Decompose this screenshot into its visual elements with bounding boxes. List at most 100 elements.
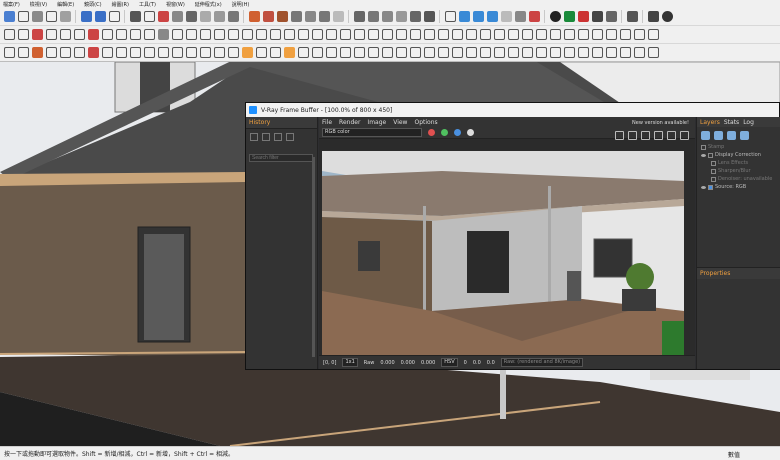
color-mode-select[interactable]: HSV — [441, 358, 458, 367]
add-icon[interactable] — [549, 11, 561, 22]
tab-log[interactable]: Log — [743, 119, 754, 126]
scenes-icon[interactable] — [339, 29, 351, 40]
layer-checkbox[interactable] — [708, 184, 713, 190]
layer-checkbox[interactable] — [711, 176, 716, 182]
ext-tool-35-icon[interactable] — [479, 47, 491, 58]
ext-tool-39-icon[interactable] — [535, 47, 547, 58]
eye-icon[interactable] — [701, 153, 706, 157]
ext-tool-12-icon[interactable] — [157, 47, 169, 58]
vfb-menu-render[interactable]: Render — [339, 119, 360, 126]
redo-icon[interactable] — [94, 11, 106, 22]
from-contours-icon[interactable] — [521, 29, 533, 40]
orbit-icon[interactable] — [129, 11, 141, 22]
scale-icon[interactable] — [143, 29, 155, 40]
ext-tool-1-icon[interactable] — [3, 47, 15, 58]
rectangle-icon[interactable] — [45, 29, 57, 40]
print-icon[interactable] — [108, 11, 120, 22]
save-icon[interactable] — [3, 11, 15, 22]
split-icon[interactable] — [423, 29, 435, 40]
layer-item[interactable]: Display Correction — [697, 151, 780, 159]
menu-extensions[interactable]: 延伸程式(x) — [195, 1, 222, 8]
history-delete-icon[interactable] — [286, 132, 294, 141]
protractor-icon[interactable] — [185, 29, 197, 40]
trim-icon[interactable] — [409, 29, 421, 40]
ext-tool-23-icon[interactable] — [311, 47, 323, 58]
green-channel-icon[interactable] — [441, 129, 448, 136]
ext-tool-33-icon[interactable] — [451, 47, 463, 58]
ext-tool-44-icon[interactable] — [605, 47, 617, 58]
add-detail-icon[interactable] — [507, 29, 519, 40]
walk-icon[interactable] — [241, 29, 253, 40]
ext-tool-4-icon[interactable] — [45, 47, 57, 58]
wireframe-icon[interactable] — [367, 11, 379, 22]
home-icon[interactable] — [185, 11, 197, 22]
ext-tool-37-icon[interactable] — [507, 47, 519, 58]
ext-tool-30-icon[interactable] — [409, 47, 421, 58]
layer-checkbox[interactable] — [711, 168, 716, 174]
ext-tool-45-icon[interactable] — [619, 47, 631, 58]
group-icon[interactable] — [633, 29, 645, 40]
ext-tool-16-icon[interactable] — [213, 47, 225, 58]
section-icon[interactable] — [262, 11, 274, 22]
outer-shell-icon[interactable] — [437, 29, 449, 40]
ext-tool-3-icon[interactable] — [31, 47, 43, 58]
load-layers-icon[interactable] — [727, 130, 736, 140]
vray-render-icon[interactable] — [458, 11, 470, 22]
history-load-icon[interactable] — [262, 132, 270, 141]
ext-tool-20-icon[interactable] — [269, 47, 281, 58]
layer-item[interactable]: Denoiser: unavailable — [697, 175, 780, 183]
rect-icon[interactable] — [59, 11, 71, 22]
stop-render-icon[interactable] — [654, 131, 663, 140]
save-image-icon[interactable] — [615, 131, 624, 140]
flip-edge-icon[interactable] — [493, 29, 505, 40]
ext-tool-27-icon[interactable] — [367, 47, 379, 58]
ext-tool-18-icon[interactable] — [241, 47, 253, 58]
unlock-icon[interactable] — [591, 29, 603, 40]
ext-tool-46-icon[interactable] — [633, 47, 645, 58]
tab-layers[interactable]: Layers — [700, 119, 720, 126]
ext-tool-40-icon[interactable] — [549, 47, 561, 58]
ext-tool-15-icon[interactable] — [199, 47, 211, 58]
unhide-icon[interactable] — [619, 29, 631, 40]
refresh-icon[interactable] — [500, 11, 512, 22]
checker-icon[interactable] — [591, 11, 603, 22]
front-view-icon[interactable] — [199, 11, 211, 22]
ext-tool-22-icon[interactable] — [297, 47, 309, 58]
ext-tool-25-icon[interactable] — [339, 47, 351, 58]
ext-tool-2-icon[interactable] — [17, 47, 29, 58]
ext-tool-36-icon[interactable] — [493, 47, 505, 58]
ext-tool-5-icon[interactable] — [59, 47, 71, 58]
outliner-icon[interactable] — [311, 29, 323, 40]
line-icon[interactable] — [3, 29, 15, 40]
shaded-icon[interactable] — [395, 11, 407, 22]
layer-item[interactable]: Sharpen/Blur — [697, 167, 780, 175]
circle-icon[interactable] — [59, 29, 71, 40]
layer-item[interactable]: Stamp — [697, 143, 780, 151]
vfb-titlebar[interactable]: V-Ray Frame Buffer - [100.0% of 800 x 45… — [246, 103, 779, 117]
zoom-extents-icon[interactable] — [171, 11, 183, 22]
explode-icon[interactable] — [647, 29, 659, 40]
menu-edit[interactable]: 編輯(E) — [57, 1, 74, 8]
blue-channel-icon[interactable] — [454, 129, 461, 136]
intersect-icon[interactable] — [367, 29, 379, 40]
smoove-icon[interactable] — [479, 29, 491, 40]
ext-tool-38-icon[interactable] — [521, 47, 533, 58]
history-scrollbar[interactable] — [312, 157, 315, 357]
styles-icon[interactable] — [304, 11, 316, 22]
ext-tool-19-icon[interactable] — [255, 47, 267, 58]
ext-tool-8-icon[interactable] — [101, 47, 113, 58]
ext-tool-31-icon[interactable] — [423, 47, 435, 58]
info-icon[interactable] — [661, 11, 673, 22]
3dtext-icon[interactable] — [227, 29, 239, 40]
history-save-icon[interactable] — [250, 132, 258, 141]
subtract-icon[interactable] — [395, 29, 407, 40]
menu-help[interactable]: 說明(H) — [232, 1, 250, 8]
photo-match-icon[interactable] — [549, 29, 561, 40]
axes-icon[interactable] — [213, 29, 225, 40]
arc-icon[interactable] — [17, 29, 29, 40]
right-view-icon[interactable] — [213, 11, 225, 22]
tab-stats[interactable]: Stats — [724, 119, 739, 126]
ext-tool-29-icon[interactable] — [395, 47, 407, 58]
monochrome-icon[interactable] — [423, 11, 435, 22]
material-icon[interactable] — [248, 11, 260, 22]
